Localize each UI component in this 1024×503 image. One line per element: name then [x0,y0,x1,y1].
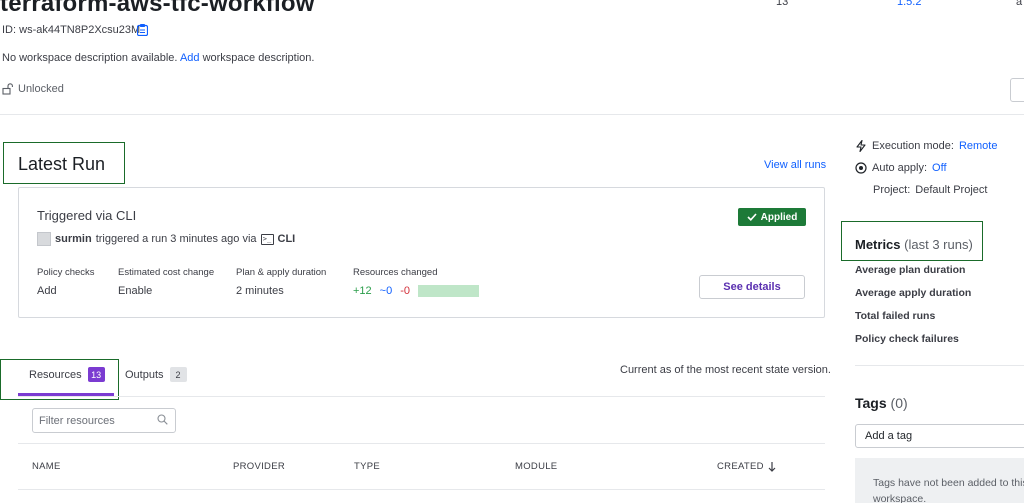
run-user[interactable]: surmin [55,233,92,245]
add-tag-button[interactable]: Add a tag [855,424,1024,448]
filter-resources-input[interactable] [32,408,176,433]
column-header-name[interactable]: NAME [32,461,61,472]
metric-avg-apply-duration: Average apply duration [855,287,972,299]
policy-checks-label: Policy checks [37,267,95,278]
metric-policy-check-failures: Policy check failures [855,333,959,345]
tab-outputs-count: 2 [169,367,187,382]
description-prefix: No workspace description available. [2,52,178,64]
header-action-button[interactable] [1010,78,1024,102]
cost-change-value[interactable]: Enable [118,285,152,297]
status-badge: Applied [738,208,806,226]
workspace-id-value: ws-ak44TN8P2Xcsu23M [19,24,141,36]
table-header-top-border [18,443,825,444]
see-details-button[interactable]: See details [699,275,805,299]
project-label: Project: [873,184,911,196]
add-description-link[interactable]: Add [180,52,200,64]
lightning-icon [856,140,866,152]
metric-total-failed-runs: Total failed runs [855,310,936,322]
tabs-divider [18,396,825,397]
auto-apply-label: Auto apply: [872,162,928,174]
execution-mode-label: Execution mode: [872,140,954,152]
auto-apply-icon [855,162,867,174]
tab-resources-label: Resources [29,368,82,381]
execution-mode: Execution mode: Remote [855,140,997,152]
workspace-title: terraform-aws-tfc-workflow [0,0,315,17]
column-header-type[interactable]: TYPE [354,461,380,472]
third-stat-value: a [1016,0,1023,8]
workspace-id: ID: ws-ak44TN8P2Xcsu23M [2,24,140,36]
duration-label: Plan & apply duration [236,267,327,278]
metrics-title-label: Metrics [855,237,901,252]
tags-empty-message: Tags have not been added to this workspa… [855,458,1024,503]
tab-outputs-label: Outputs [125,368,164,381]
resources-changed-label: Resources changed [353,267,438,278]
column-header-created-label: CREATED [717,461,764,472]
column-header-provider[interactable]: PROVIDER [233,461,285,472]
project-value: Default Project [915,184,988,196]
resources-changed: ~0 [379,285,393,297]
latest-run-title: Latest Run [18,154,106,174]
metrics-title: Metrics (last 3 runs) [855,237,973,252]
column-header-module[interactable]: MODULE [515,461,557,472]
lock-status-label: Unlocked [18,83,64,95]
table-header-bottom-border [18,489,825,490]
tags-count: (0) [890,395,908,411]
tab-resources[interactable]: Resources 13 [29,367,105,382]
terraform-version-link[interactable]: 1.5.2 [897,0,921,8]
run-title[interactable]: Triggered via CLI [37,208,136,223]
lock-status[interactable]: Unlocked [2,83,64,95]
arrow-down-icon [768,461,776,472]
check-icon [747,213,757,221]
tab-resources-count: 13 [87,367,105,382]
sidebar-separator [855,365,1024,366]
auto-apply: Auto apply: Off [855,162,947,174]
status-badge-label: Applied [760,211,798,223]
lock-open-icon [2,83,13,95]
auto-apply-value[interactable]: Off [932,162,946,174]
tab-outputs[interactable]: Outputs 2 [125,367,187,382]
view-all-runs-link[interactable]: View all runs [764,159,826,171]
tags-title-label: Tags [855,395,887,411]
execution-mode-value[interactable]: Remote [959,140,998,152]
metric-avg-plan-duration: Average plan duration [855,264,966,276]
search-icon [157,414,168,425]
resources-changed-values: +12 ~0 -0 [353,285,410,297]
resources-destroyed: -0 [400,285,410,297]
cost-change-label: Estimated cost change [118,267,215,278]
workspace-description: No workspace description available. Add … [2,52,314,64]
workspace-id-label: ID: [2,24,17,36]
terminal-icon: >_ [260,233,274,245]
run-meta-text: triggered a run 3 minutes ago via [95,233,257,245]
header-divider [0,114,1024,115]
run-source: CLI [277,233,296,245]
resources-change-bar [418,285,479,297]
resources-stat-value: 13 [776,0,789,8]
duration-value: 2 minutes [236,285,284,297]
description-suffix: workspace description. [202,52,315,64]
column-header-created[interactable]: CREATED [717,461,776,472]
state-version-note: Current as of the most recent state vers… [620,364,831,376]
tags-title: Tags (0) [855,395,908,411]
user-avatar-icon [37,232,51,246]
metrics-subtitle: (last 3 runs) [904,237,973,252]
copy-icon[interactable] [137,24,148,36]
resources-added: +12 [353,285,372,297]
run-meta: surmin triggered a run 3 minutes ago via… [37,232,295,246]
project: Project: Default Project [873,184,987,196]
policy-checks-value[interactable]: Add [37,285,57,297]
